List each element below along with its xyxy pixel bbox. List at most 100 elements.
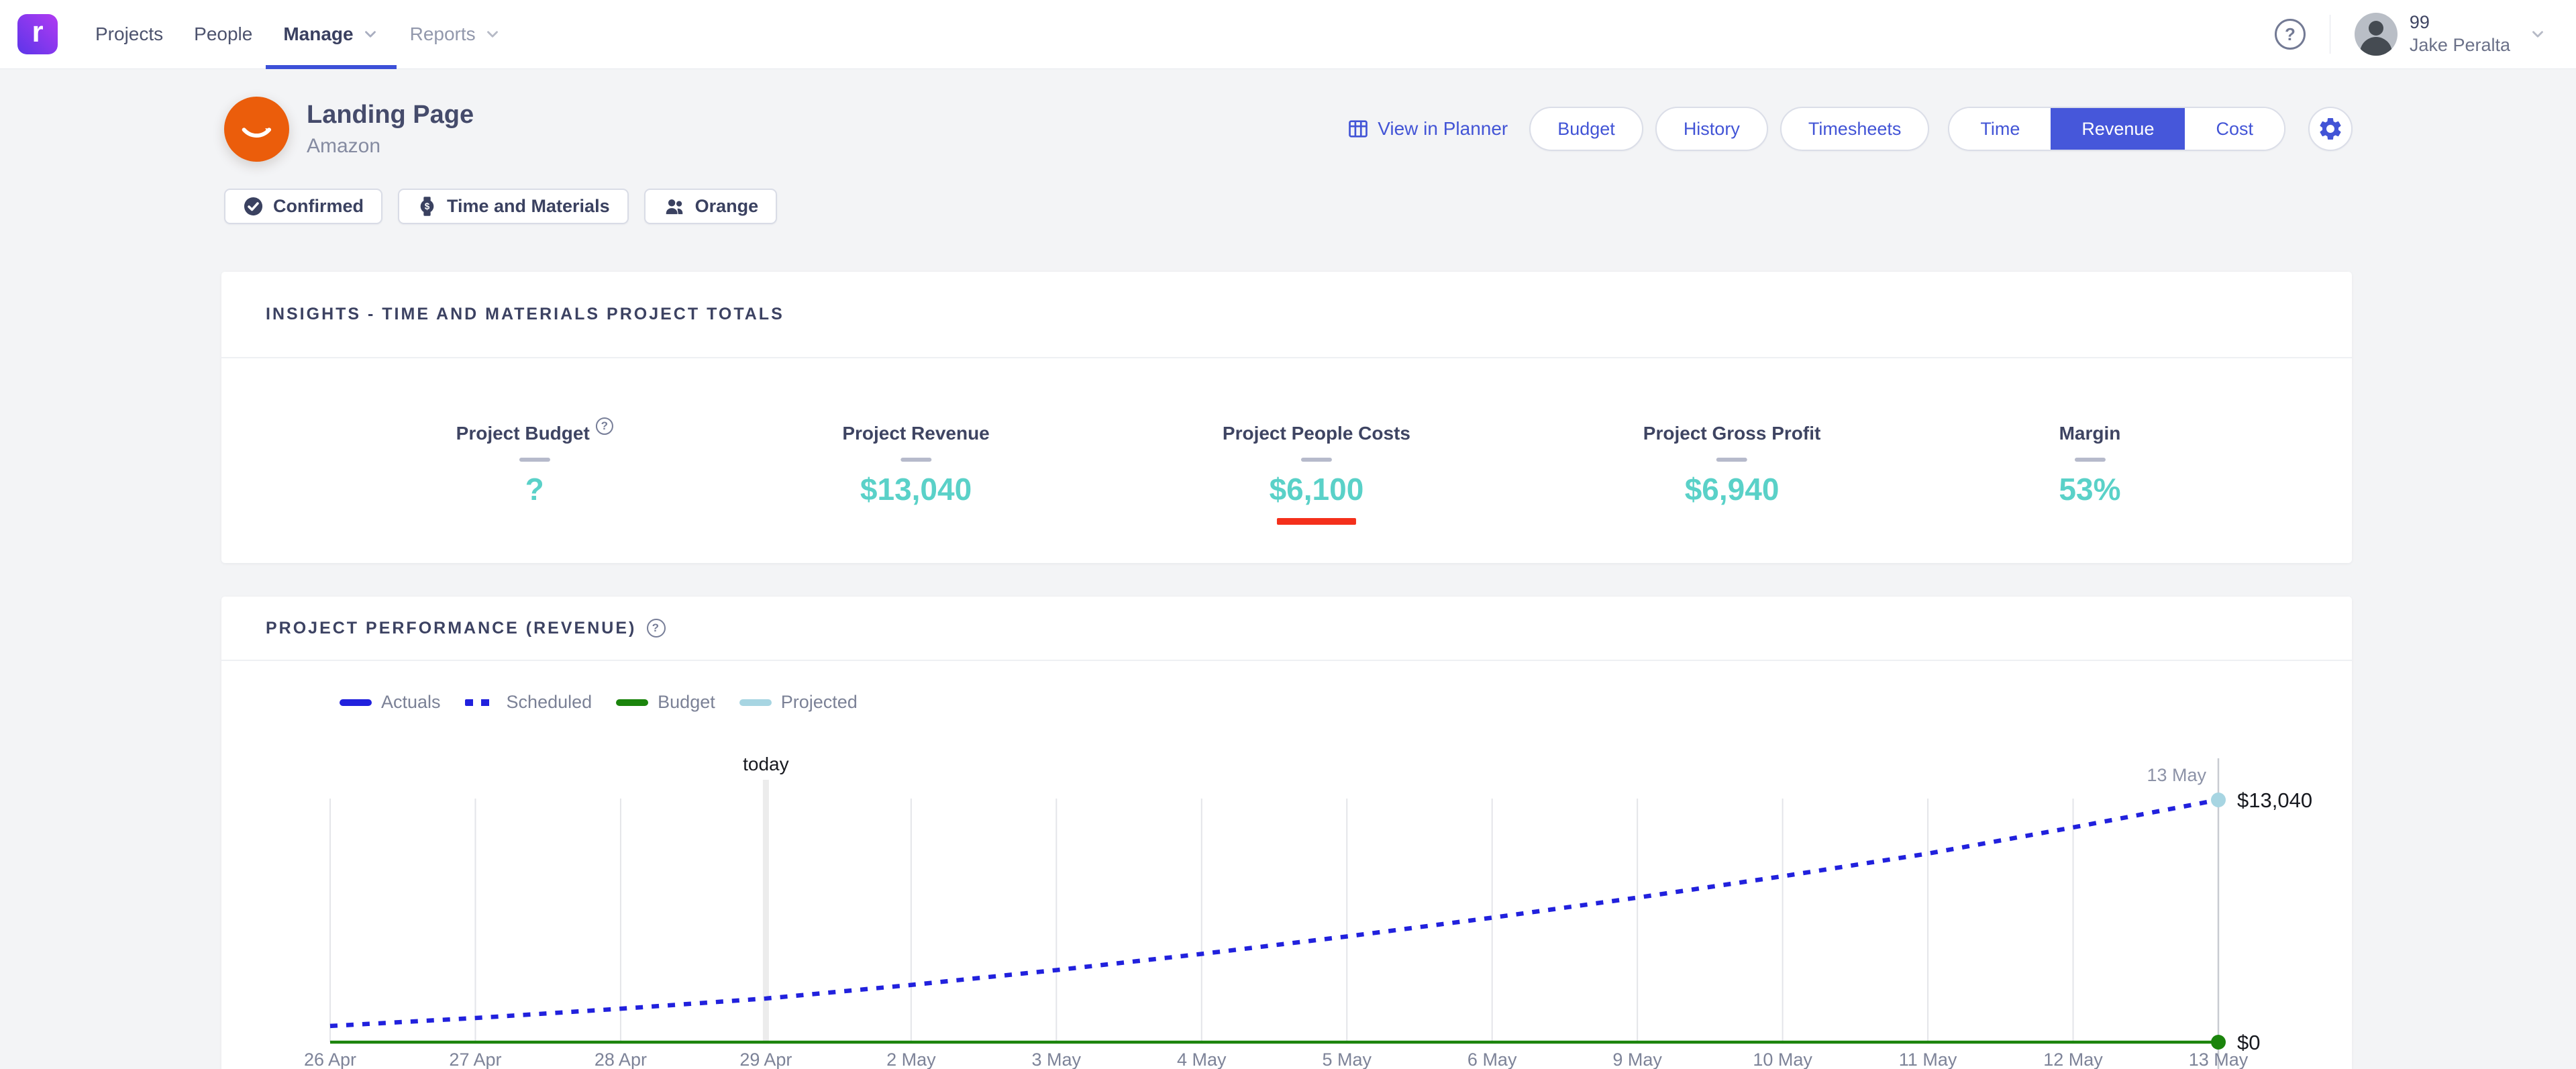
legend-label: Actuals — [381, 692, 441, 713]
metric-value: 53% — [2059, 471, 2120, 507]
planner-grid-icon — [1347, 117, 1370, 140]
top-nav-bar: r Projects People Manage Reports ? 99 — [0, 0, 2576, 69]
help-icon[interactable]: ? — [2275, 19, 2306, 50]
chevron-down-icon — [484, 26, 501, 43]
legend-label: Budget — [658, 692, 715, 713]
legend-item-actuals: Actuals — [340, 692, 441, 713]
project-header: Landing Page Amazon View in Planner Budg… — [224, 94, 2353, 164]
metric-label: Project Gross Profit — [1643, 423, 1821, 444]
tag-label: Time and Materials — [447, 196, 610, 217]
metric-divider — [519, 458, 550, 462]
metric-label: Margin — [2059, 423, 2121, 444]
history-button[interactable]: History — [1655, 107, 1768, 151]
chart-legend: Actuals Scheduled Budget Projected — [340, 692, 2352, 713]
timesheets-button-label: Timesheets — [1808, 119, 1902, 140]
people-icon — [663, 196, 686, 217]
end-value-label: $13,040 — [2237, 788, 2312, 812]
x-axis-label: 6 May — [1467, 1050, 1517, 1069]
metric-project-gross-profit: Project Gross Profit $6,940 — [1643, 423, 1821, 507]
insights-metrics: Project Budget ? ? Project Revenue $13,0… — [221, 358, 2352, 563]
settings-button[interactable] — [2308, 107, 2353, 151]
tag-orange[interactable]: Orange — [644, 189, 778, 224]
client-logo-amazon — [224, 97, 289, 162]
series-line-scheduled — [330, 800, 2218, 1026]
metric-value: $6,940 — [1685, 471, 1780, 507]
budget-button-label: Budget — [1557, 119, 1615, 140]
x-axis-label: 4 May — [1177, 1050, 1227, 1069]
metric-divider — [1301, 458, 1332, 462]
insights-card: INSIGHTS - TIME AND MATERIALS PROJECT TO… — [221, 272, 2352, 563]
tab-time[interactable]: Time — [1949, 108, 2051, 150]
metric-project-people-costs: Project People Costs $6,100 — [1223, 423, 1410, 525]
x-axis-label: 26 Apr — [304, 1050, 356, 1069]
x-axis-label: 10 May — [1753, 1050, 1812, 1069]
performance-card: PROJECT PERFORMANCE (REVENUE) ? Actuals S… — [221, 597, 2352, 1069]
metric-margin: Margin 53% — [2059, 423, 2120, 507]
project-identity: Landing Page Amazon — [224, 97, 474, 162]
user-name: Jake Peralta — [2410, 34, 2510, 57]
legend-swatch — [616, 699, 648, 706]
x-axis-label: 29 Apr — [739, 1050, 792, 1069]
x-axis-label: 28 Apr — [595, 1050, 647, 1069]
tag-label: Orange — [695, 196, 759, 217]
nav-item-reports[interactable]: Reports — [410, 0, 501, 69]
app-logo-letter: r — [32, 17, 43, 47]
client-name: Amazon — [307, 135, 474, 158]
x-axis-label: 12 May — [2043, 1050, 2103, 1069]
check-circle-icon — [243, 196, 264, 217]
x-axis-label: 2 May — [886, 1050, 936, 1069]
amazon-smile-icon — [236, 108, 278, 150]
nav-item-label: People — [194, 23, 252, 45]
performance-heading-text: PROJECT PERFORMANCE (REVENUE) — [266, 619, 636, 638]
help-icon[interactable]: ? — [647, 619, 666, 638]
user-info[interactable]: 99 Jake Peralta — [2410, 11, 2510, 57]
tab-revenue-label: Revenue — [2081, 119, 2154, 140]
metric-divider — [1716, 458, 1747, 462]
metric-alert-underline — [1277, 518, 1356, 525]
legend-swatch — [340, 699, 372, 706]
tag-confirmed[interactable]: Confirmed — [224, 189, 382, 224]
x-axis-label: 3 May — [1032, 1050, 1082, 1069]
active-nav-underline — [266, 65, 396, 69]
tab-cost-label: Cost — [2216, 119, 2253, 140]
tab-cost[interactable]: Cost — [2185, 108, 2284, 150]
app-logo[interactable]: r — [17, 14, 58, 54]
avatar[interactable] — [2355, 13, 2398, 56]
nav-item-people[interactable]: People — [194, 0, 252, 69]
view-in-planner-label: View in Planner — [1378, 118, 1508, 140]
page-title: Landing Page — [307, 101, 474, 130]
chevron-down-icon[interactable] — [2529, 26, 2546, 43]
gear-icon — [2317, 115, 2344, 142]
today-label: today — [743, 754, 789, 774]
app-root: r Projects People Manage Reports ? 99 — [0, 0, 2576, 1069]
project-titles: Landing Page Amazon — [307, 101, 474, 158]
nav-item-label: Reports — [410, 23, 476, 45]
project-actions: View in Planner Budget History Timesheet… — [1347, 107, 2353, 151]
timesheets-button[interactable]: Timesheets — [1780, 107, 1930, 151]
metric-divider — [2074, 458, 2105, 462]
legend-swatch — [465, 699, 497, 706]
budget-button[interactable]: Budget — [1529, 107, 1643, 151]
help-icon[interactable]: ? — [596, 417, 613, 435]
tab-revenue[interactable]: Revenue — [2051, 108, 2185, 150]
insights-heading: INSIGHTS - TIME AND MATERIALS PROJECT TO… — [221, 272, 2352, 358]
view-in-planner-link[interactable]: View in Planner — [1347, 117, 1508, 140]
metric-value: $13,040 — [860, 471, 972, 507]
metric-divider — [900, 458, 931, 462]
end-point-dot — [2211, 1035, 2226, 1050]
performance-chart[interactable]: 26 Apr 27 Apr 28 Apr today 29 Apr 2 May 3 May 4… — [221, 752, 2352, 1069]
tag-time-and-materials[interactable]: $ Time and Materials — [398, 189, 629, 224]
svg-text:$: $ — [425, 201, 430, 211]
nav-item-projects[interactable]: Projects — [95, 0, 163, 69]
nav-item-manage[interactable]: Manage — [283, 0, 378, 69]
legend-label: Scheduled — [507, 692, 593, 713]
chevron-down-icon — [362, 26, 379, 43]
legend-label: Projected — [781, 692, 858, 713]
x-axis-label: 27 Apr — [449, 1050, 501, 1069]
project-tags: Confirmed $ Time and Materials Orange — [224, 189, 777, 224]
performance-heading: PROJECT PERFORMANCE (REVENUE) ? — [221, 597, 2352, 661]
metric-label: Project People Costs — [1223, 423, 1410, 444]
metric-project-budget: Project Budget ? ? — [456, 423, 613, 507]
tab-time-label: Time — [1980, 119, 2020, 140]
nav-item-label: Projects — [95, 23, 163, 45]
